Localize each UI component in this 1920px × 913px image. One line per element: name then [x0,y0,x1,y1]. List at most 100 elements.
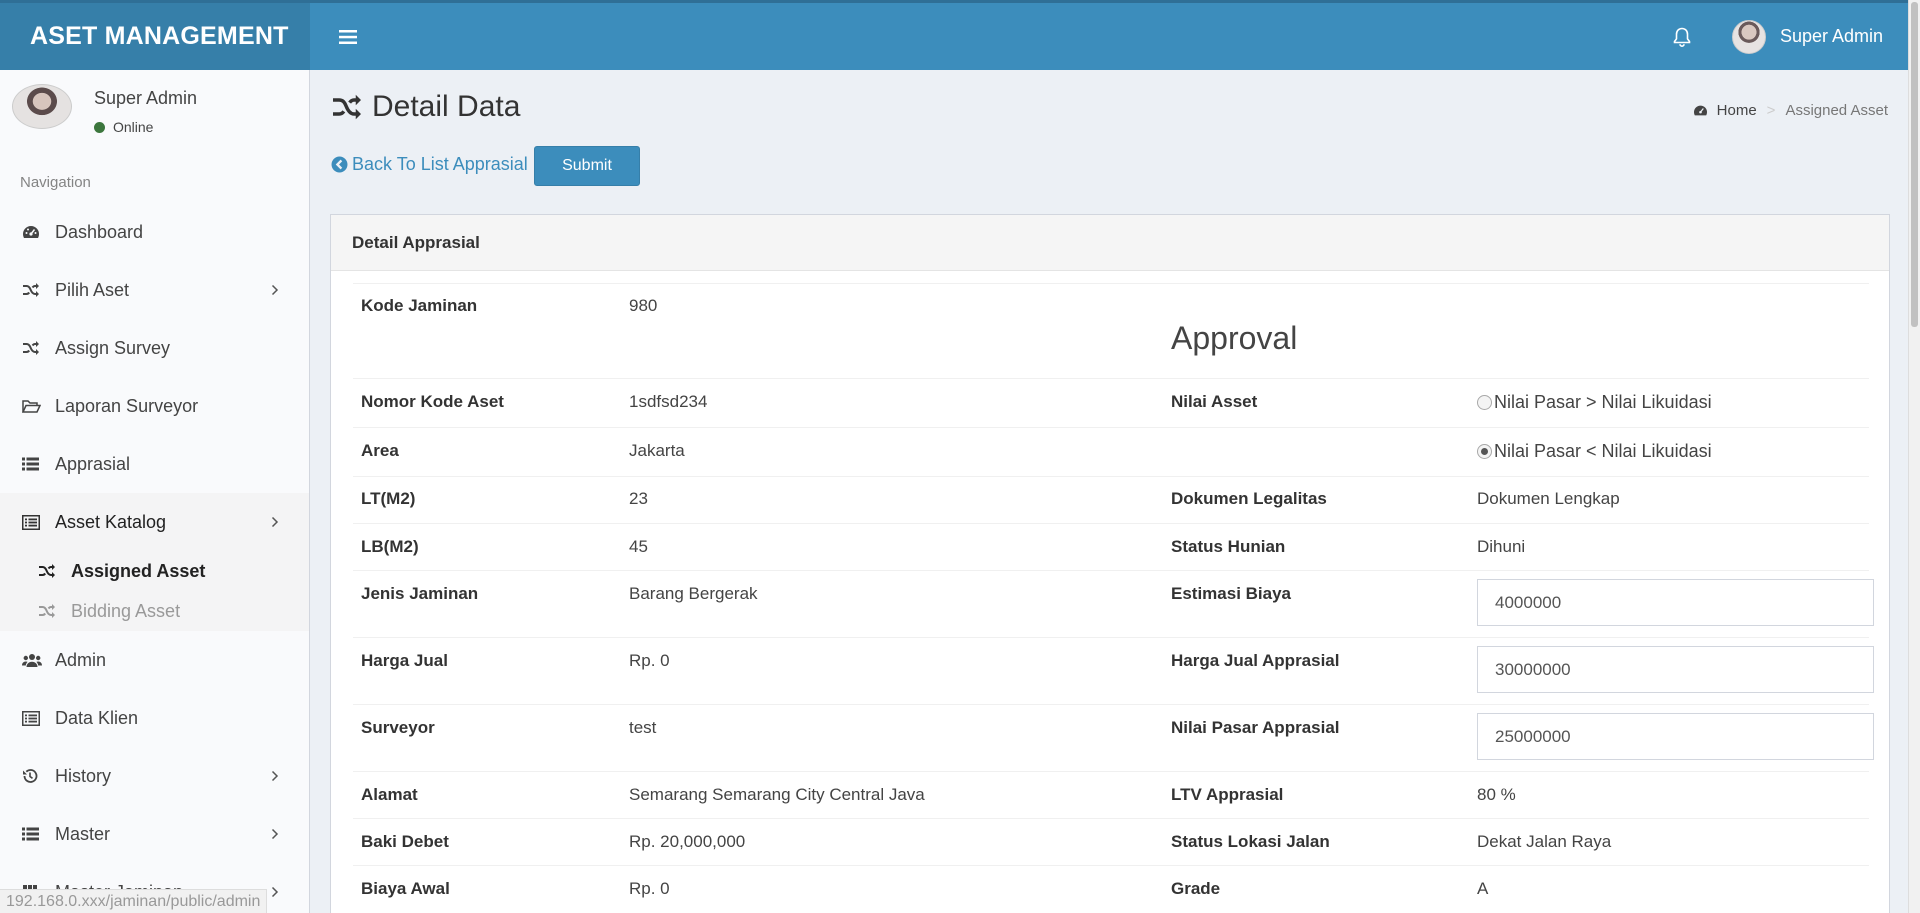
breadcrumb: Home > Assigned Asset [1693,102,1888,119]
label-lt: LT(M2) [361,489,416,508]
user-menu[interactable]: Super Admin [1712,19,1908,54]
table-row: Jenis Jaminan Barang Bergerak Estimasi B… [353,570,1874,637]
sidebar-item-history[interactable]: History [0,747,309,805]
table-row: Biaya Awal Rp. 0 Grade A [353,865,1869,912]
value-harga-jual: Rp. 0 [629,651,670,670]
sidebar-item-asset-katalog[interactable]: Asset Katalog [0,493,309,551]
table-row: Harga Jual Rp. 0 Harga Jual Apprasial [353,637,1874,704]
dashboard-icon [22,223,46,241]
back-to-list-link[interactable]: Back To List Apprasial [331,154,528,175]
sidebar-item-admin[interactable]: Admin [0,631,309,689]
label-dokumen-legalitas: Dokumen Legalitas [1171,489,1327,508]
top-navbar: ASET MANAGEMENT Super Admin [0,0,1908,70]
chevron-right-icon [271,512,279,533]
sidebar-item-apprasial[interactable]: Apprasial [0,435,309,493]
random-icon [22,281,46,299]
box-title: Detail Apprasial [331,215,1889,271]
sidebar-item-label: Laporan Surveyor [55,395,199,416]
label-nomor-kode-aset: Nomor Kode Aset [361,392,504,411]
nav-header: Navigation [20,174,91,191]
sidebar-item-label: Asset Katalog [55,511,167,532]
label-biaya-awal: Biaya Awal [361,879,450,898]
content-wrapper: Detail Data Home > Assigned Asset Back T… [311,70,1908,913]
radio-option-2[interactable]: Nilai Pasar < Nilai Likuidasi [1477,441,1712,462]
label-area: Area [361,441,399,460]
label-baki-debet: Baki Debet [361,832,449,851]
value-kode-jaminan: 980 [629,296,658,315]
label-nilai-asset: Nilai Asset [1171,392,1258,411]
value-ltv-apprasial: 80 % [1477,785,1516,804]
sidebar-item-label: Assign Survey [55,337,171,358]
sidebar-item-label: Admin [55,649,107,670]
sidebar-item-label: Dashboard [55,221,144,242]
notification-bell-icon[interactable] [1652,3,1712,70]
status-bar-url: 192.168.0.xxx/jaminan/public/admin [0,889,268,913]
value-alamat: Semarang Semarang City Central Java [629,785,925,804]
hamburger-menu-icon[interactable] [328,17,368,57]
user-panel: Super Admin Online [0,70,309,160]
sidebar-item-label: Master [55,823,111,844]
table-row: Nomor Kode Aset 1sdfsd234 Nilai Asset Ni… [353,378,1869,427]
sidebar-item-laporan-surveyor[interactable]: Laporan Surveyor [0,377,309,435]
sidebar-item-master[interactable]: Master [0,805,309,863]
list-alt-icon [22,513,46,531]
radio-button-selected[interactable] [1477,444,1492,459]
page-title: Detail Data [330,90,520,124]
radio-option-1[interactable]: Nilai Pasar > Nilai Likuidasi [1477,392,1712,413]
table-row: Alamat Semarang Semarang City Central Ja… [353,771,1869,818]
list-alt-icon [22,709,46,727]
value-dokumen-legalitas: Dokumen Lengkap [1477,489,1620,508]
sidebar-item-label: Apprasial [55,453,131,474]
value-lb: 45 [629,537,648,556]
chevron-right-icon [271,280,279,301]
label-alamat: Alamat [361,785,418,804]
label-status-hunian: Status Hunian [1171,537,1286,556]
value-lt: 23 [629,489,648,508]
radio-button[interactable] [1477,395,1492,410]
value-biaya-awal: Rp. 0 [629,879,670,898]
label-ltv-apprasial: LTV Apprasial [1171,785,1284,804]
radio-label: Nilai Pasar > Nilai Likuidasi [1494,392,1712,412]
sidebar-item-label: Data Klien [55,707,139,728]
breadcrumb-home[interactable]: Home [1693,102,1757,119]
users-icon [22,651,46,669]
avatar [12,84,72,129]
header-user-name: Super Admin [1779,26,1883,46]
dashboard-icon [1693,104,1708,117]
nilai-pasar-apprasial-input[interactable] [1477,713,1874,760]
label-harga-jual: Harga Jual [361,651,448,670]
radio-label: Nilai Pasar < Nilai Likuidasi [1494,441,1712,461]
label-status-lokasi-jalan: Status Lokasi Jalan [1171,832,1330,851]
label-harga-jual-apprasial: Harga Jual Apprasial [1171,651,1340,670]
sidebar-item-dashboard[interactable]: Dashboard [0,203,309,261]
table-row: LB(M2) 45 Status Hunian Dihuni [353,523,1869,570]
sidebar-item-data-klien[interactable]: Data Klien [0,689,309,747]
value-baki-debet: Rp. 20,000,000 [629,832,746,851]
sidebar-item-label: History [55,765,112,786]
value-jenis-jaminan: Barang Bergerak [629,584,758,603]
detail-apprasial-box: Detail Apprasial Kode Jaminan 980 Approv… [330,214,1890,913]
table-row: Baki Debet Rp. 20,000,000 Status Lokasi … [353,818,1869,865]
list-icon [22,455,46,473]
label-nilai-pasar-apprasial: Nilai Pasar Apprasial [1171,718,1340,737]
sidebar-subitem-assigned-asset[interactable]: Assigned Asset [0,551,309,591]
label-kode-jaminan: Kode Jaminan [361,296,478,315]
harga-jual-apprasial-input[interactable] [1477,646,1874,693]
random-icon [38,603,62,619]
sidebar-item-pilih-aset[interactable]: Pilih Aset [0,261,309,319]
random-icon [22,339,46,357]
label-jenis-jaminan: Jenis Jaminan [361,584,479,603]
label-grade: Grade [1171,879,1221,898]
chevron-circle-left-icon [331,156,348,173]
estimasi-biaya-input[interactable] [1477,579,1874,626]
online-dot-icon [94,121,105,133]
scrollbar-thumb[interactable] [1911,2,1918,327]
value-grade: A [1477,879,1489,898]
sidebar-user-name: Super Admin [94,88,198,108]
sidebar-item-assign-survey[interactable]: Assign Survey [0,319,309,377]
sidebar-subitem-bidding-asset[interactable]: Bidding Asset [0,591,309,631]
submit-button[interactable]: Submit [534,146,640,186]
page-scrollbar[interactable] [1908,0,1920,913]
status-label: Online [113,119,154,135]
brand-logo[interactable]: ASET MANAGEMENT [0,3,310,70]
